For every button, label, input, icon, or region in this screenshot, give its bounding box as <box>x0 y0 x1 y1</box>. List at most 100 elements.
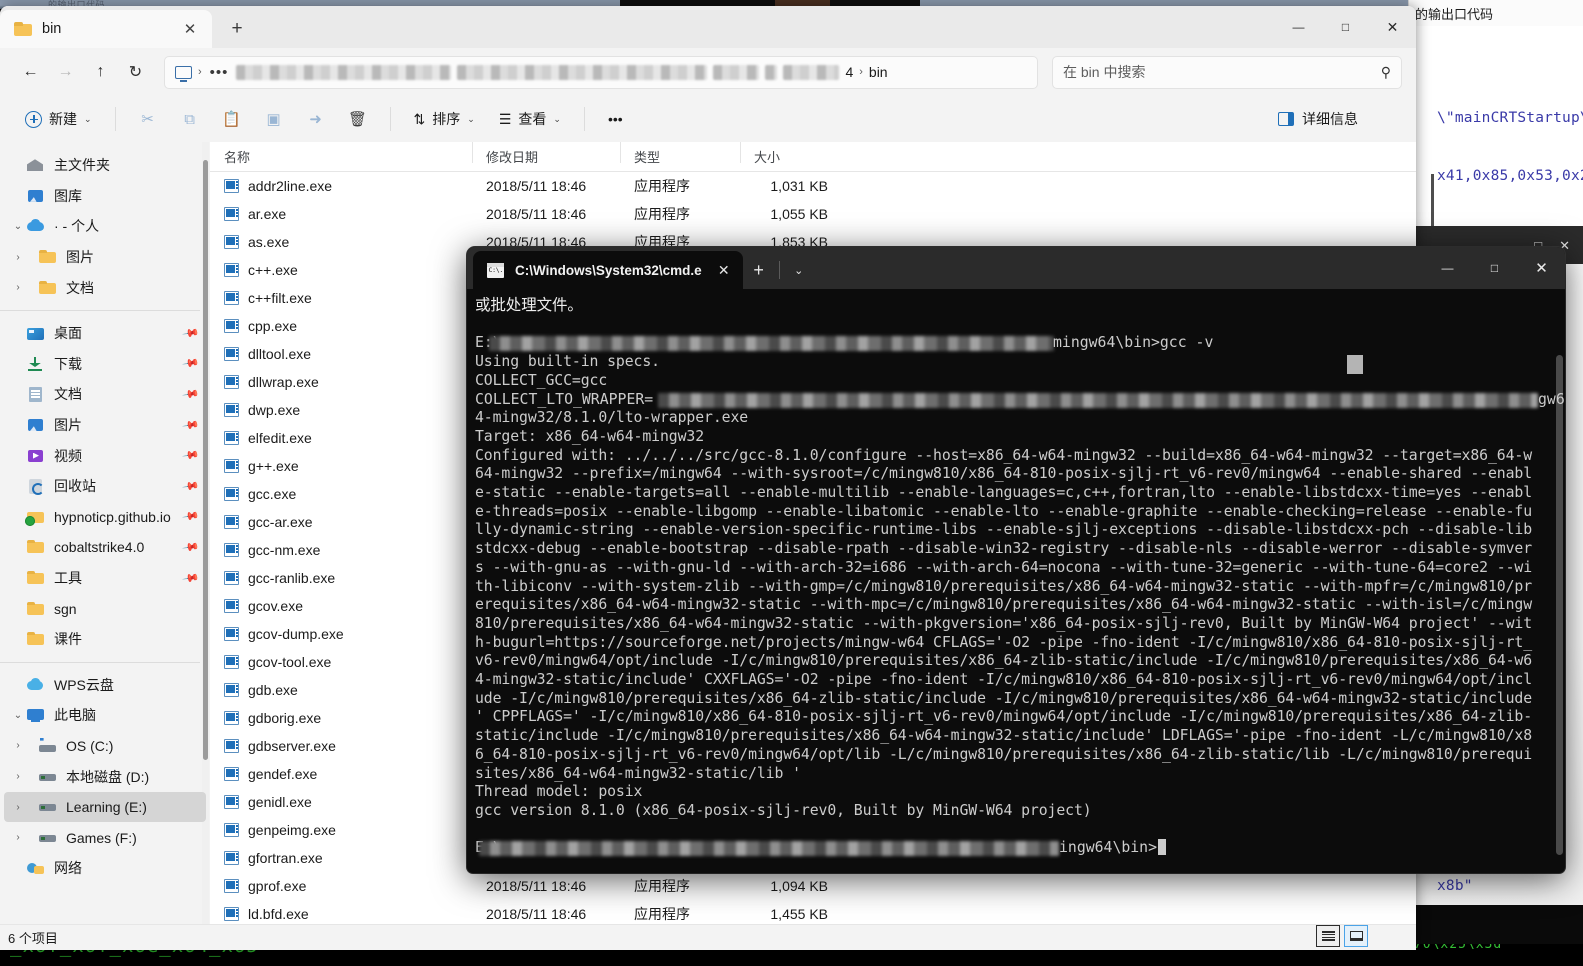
pin-icon[interactable]: 📌 <box>182 569 201 588</box>
sidebar-item-cobaltstrike4.0[interactable]: › cobaltstrike4.0 📌 <box>4 532 206 563</box>
delete-button[interactable]: 🗑 <box>340 103 376 135</box>
column-header-size[interactable]: 大小 <box>740 142 850 166</box>
file-name-cell[interactable]: gdborig.exe <box>210 710 472 726</box>
expander-icon[interactable]: › <box>10 771 26 782</box>
pin-icon[interactable]: 📌 <box>182 324 201 343</box>
sidebar-item-下载[interactable]: › 下载 📌 <box>4 349 206 380</box>
sidebar-item-图片[interactable]: › 图片 <box>4 242 206 273</box>
details-pane-toggle-icon[interactable] <box>1344 925 1368 947</box>
sidebar-item-本地磁盘-(d:)[interactable]: › 本地磁盘 (D:) <box>4 761 206 792</box>
terminal-tab-cmd[interactable]: C:\Windows\System32\cmd.e ✕ <box>473 251 743 289</box>
terminal-new-tab-button[interactable]: + <box>743 251 775 289</box>
sidebar-item-桌面[interactable]: › 桌面 📌 <box>4 318 206 349</box>
cut-button[interactable]: ✂ <box>130 103 166 135</box>
rename-button[interactable]: ▣ <box>256 103 292 135</box>
pin-icon[interactable]: 📌 <box>182 508 201 526</box>
file-name-cell[interactable]: gdbserver.exe <box>210 738 472 754</box>
sidebar-item-learning-(e:)[interactable]: › Learning (E:) <box>4 791 206 823</box>
terminal-window[interactable]: C:\Windows\System32\cmd.e ✕ + ⌄ — □ ✕ 或批… <box>467 247 1565 873</box>
more-options-button[interactable]: ••• <box>599 103 632 135</box>
file-name-cell[interactable]: gcc-ranlib.exe <box>210 570 472 586</box>
file-name-cell[interactable]: gcc-nm.exe <box>210 542 472 558</box>
file-name-cell[interactable]: genidl.exe <box>210 794 472 810</box>
file-name-cell[interactable]: addr2line.exe <box>210 178 472 194</box>
file-name-cell[interactable]: cpp.exe <box>210 318 472 334</box>
file-name-cell[interactable]: dwp.exe <box>210 402 472 418</box>
sidebar-item-games-(f:)[interactable]: › Games (F:) <box>4 822 206 853</box>
breadcrumb-overflow-icon[interactable]: ••• <box>208 64 231 81</box>
sidebar-item-图库[interactable]: › 图库 <box>4 181 206 212</box>
file-name-cell[interactable]: gendef.exe <box>210 766 472 782</box>
file-name-cell[interactable]: dlltool.exe <box>210 346 472 362</box>
copy-button[interactable]: ⧉ <box>172 103 208 135</box>
search-input[interactable] <box>1063 64 1353 80</box>
new-button[interactable]: 新建 ⌄ <box>16 103 101 135</box>
table-row[interactable]: ld.bfd.exe 2018/5/11 18:46 应用程序 1,455 KB <box>210 900 1416 924</box>
file-name-cell[interactable]: gcov-tool.exe <box>210 654 472 670</box>
column-header-type[interactable]: 类型 <box>620 142 740 166</box>
table-row[interactable]: gprof.exe 2018/5/11 18:46 应用程序 1,094 KB <box>210 872 1416 900</box>
file-name-cell[interactable]: gfortran.exe <box>210 850 472 866</box>
pin-icon[interactable]: 📌 <box>182 416 201 435</box>
breadcrumb-segment-current[interactable]: bin <box>869 64 888 80</box>
sidebar-item-hypnoticp.github.io[interactable]: › hypnoticp.github.io 📌 <box>4 502 206 533</box>
details-pane-button[interactable]: 详细信息 <box>1278 109 1400 129</box>
table-row[interactable]: addr2line.exe 2018/5/11 18:46 应用程序 1,031 KB <box>210 172 1416 200</box>
file-name-cell[interactable]: gcov-dump.exe <box>210 626 472 642</box>
sidebar-item-主文件夹[interactable]: › 主文件夹 <box>4 150 206 181</box>
sidebar-item-网络[interactable]: › 网络 <box>4 853 206 884</box>
sidebar-item-·---个人[interactable]: ⌄ · - 个人 <box>4 211 206 242</box>
file-name-cell[interactable]: elfedit.exe <box>210 430 472 446</box>
file-name-cell[interactable]: dllwrap.exe <box>210 374 472 390</box>
navigation-pane[interactable]: › 主文件夹 › 图库 ⌄ · - 个人 › 图片 › 文档 › 桌面 📌 › 下载 📌 › 文档 📌 › 图片 📌 › 视频… <box>0 142 210 924</box>
search-box[interactable]: ⚲ <box>1052 55 1402 89</box>
view-button[interactable]: ☰ 查看 ⌄ <box>490 103 570 135</box>
expander-icon[interactable]: ⌄ <box>10 710 26 721</box>
close-window-button[interactable]: ✕ <box>1518 247 1565 289</box>
sidebar-item-os-(c:)[interactable]: › OS (C:) <box>4 731 206 762</box>
close-window-button[interactable]: ✕ <box>1369 6 1416 48</box>
new-tab-button[interactable]: + <box>220 14 254 44</box>
column-header-date[interactable]: 修改日期 <box>472 142 620 166</box>
terminal-scrollbar[interactable] <box>1556 355 1563 855</box>
column-header-name[interactable]: 名称 <box>210 147 472 166</box>
pin-icon[interactable]: 📌 <box>182 538 201 557</box>
expander-icon[interactable]: › <box>10 802 26 813</box>
file-name-cell[interactable]: gprof.exe <box>210 878 472 894</box>
pin-icon[interactable]: 📌 <box>182 477 201 496</box>
maximize-button[interactable]: □ <box>1322 6 1369 48</box>
minimize-button[interactable]: — <box>1424 247 1471 289</box>
expander-icon[interactable]: › <box>10 282 26 293</box>
sidebar-item-回收站[interactable]: › 回收站 📌 <box>4 471 206 502</box>
file-name-cell[interactable]: gcc-ar.exe <box>210 514 472 530</box>
maximize-button[interactable]: □ <box>1471 247 1518 289</box>
view-toggle-group[interactable] <box>1316 925 1368 947</box>
file-name-cell[interactable]: as.exe <box>210 234 472 250</box>
pin-icon[interactable]: 📌 <box>182 446 201 465</box>
forward-button[interactable]: → <box>49 56 82 89</box>
explorer-tab-bin[interactable]: bin ✕ <box>0 10 212 48</box>
expander-icon[interactable]: › <box>10 740 26 751</box>
share-button[interactable]: ➜ <box>298 103 334 135</box>
sidebar-item-工具[interactable]: › 工具 📌 <box>4 563 206 594</box>
close-tab-icon[interactable]: ✕ <box>713 262 735 279</box>
table-row[interactable]: ar.exe 2018/5/11 18:46 应用程序 1,055 KB <box>210 200 1416 228</box>
pin-icon[interactable]: 📌 <box>182 385 201 404</box>
file-name-cell[interactable]: gcov.exe <box>210 598 472 614</box>
file-name-cell[interactable]: ld.bfd.exe <box>210 906 472 922</box>
file-name-cell[interactable]: c++.exe <box>210 262 472 278</box>
file-name-cell[interactable]: g++.exe <box>210 458 472 474</box>
sidebar-item-课件[interactable]: › 课件 <box>4 624 206 655</box>
expander-icon[interactable]: ⌄ <box>10 221 26 232</box>
pin-icon[interactable]: 📌 <box>182 355 201 373</box>
close-tab-icon[interactable]: ✕ <box>178 17 202 41</box>
breadcrumb[interactable]: › ••• 4 › bin <box>164 55 1038 89</box>
sidebar-item-视频[interactable]: › 视频 📌 <box>4 440 206 471</box>
expander-icon[interactable]: › <box>10 832 26 843</box>
back-button[interactable]: ← <box>14 56 47 89</box>
refresh-button[interactable]: ↻ <box>119 56 152 89</box>
file-name-cell[interactable]: gcc.exe <box>210 486 472 502</box>
sidebar-item-sgn[interactable]: › sgn <box>4 593 206 624</box>
sidebar-item-文档[interactable]: › 文档 📌 <box>4 379 206 410</box>
file-name-cell[interactable]: genpeimg.exe <box>210 822 472 838</box>
